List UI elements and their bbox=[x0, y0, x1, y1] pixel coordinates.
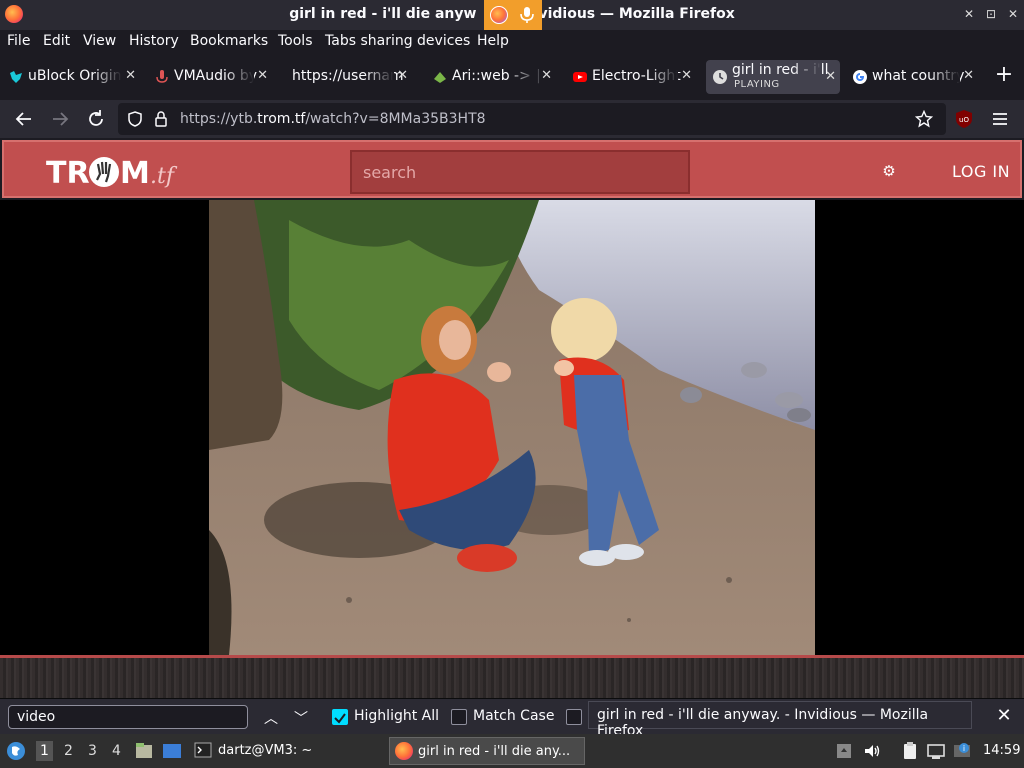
menu-tabs-sharing[interactable]: Tabs sharing devices bbox=[325, 33, 470, 49]
clock-icon bbox=[713, 70, 727, 84]
tab-close-icon[interactable]: ✕ bbox=[825, 69, 836, 84]
google-icon bbox=[853, 70, 867, 84]
tab-close-icon[interactable]: ✕ bbox=[125, 68, 136, 83]
navigation-toolbar: https://ytb.trom.tf/watch?v=8MMa35B3HT8 … bbox=[0, 100, 1024, 138]
workspace-1[interactable]: 1 bbox=[36, 741, 53, 761]
firefox-icon bbox=[395, 742, 413, 760]
shield-icon[interactable] bbox=[126, 110, 144, 128]
site-header-bar: TR M .tf ⚙ LOG IN bbox=[2, 140, 1022, 198]
notification-tray[interactable] bbox=[484, 0, 542, 30]
forward-arrow-icon[interactable] bbox=[49, 108, 71, 130]
ublock-icon bbox=[10, 71, 22, 83]
menu-bar: File Edit View History Bookmarks Tools T… bbox=[0, 30, 1024, 54]
svg-text:uO: uO bbox=[959, 116, 969, 124]
microphone-icon bbox=[156, 70, 168, 83]
workspace-2[interactable]: 2 bbox=[64, 743, 73, 759]
updates-icon[interactable]: i bbox=[952, 741, 972, 761]
new-tab-button[interactable]: + bbox=[994, 64, 1014, 88]
tab-close-icon[interactable]: ✕ bbox=[681, 68, 692, 83]
minimize-icon[interactable]: ✕ bbox=[960, 5, 978, 23]
tab-ari-web[interactable]: Ari::web -> | ✕ bbox=[426, 60, 556, 94]
match-diacritics-checkbox[interactable] bbox=[566, 709, 582, 725]
svg-text:i: i bbox=[963, 744, 965, 753]
svg-text:M: M bbox=[120, 156, 150, 191]
restore-icon[interactable]: ⊡ bbox=[982, 5, 1000, 23]
youtube-icon bbox=[573, 72, 587, 82]
video-player-area bbox=[0, 200, 1024, 655]
video-still bbox=[209, 200, 815, 655]
lock-icon[interactable] bbox=[153, 110, 169, 128]
url-bar[interactable]: https://ytb.trom.tf/watch?v=8MMa35B3HT8 bbox=[118, 103, 946, 135]
tab-vmaudio[interactable]: VMAudio by ✕ bbox=[148, 60, 272, 94]
find-input[interactable] bbox=[8, 705, 248, 729]
menu-tools[interactable]: Tools bbox=[278, 33, 313, 49]
taskbar: 1 2 3 4 dartz@VM3: ~ girl in red - i'll … bbox=[0, 734, 1024, 768]
file-manager-icon[interactable] bbox=[134, 741, 154, 761]
trom-logo[interactable]: TR M .tf bbox=[46, 154, 196, 194]
clock: 14:59 bbox=[983, 743, 1021, 758]
video-frame[interactable] bbox=[209, 200, 815, 655]
search-input[interactable] bbox=[350, 150, 690, 194]
taskbar-terminal[interactable]: dartz@VM3: ~ bbox=[194, 739, 344, 763]
workspace-3[interactable]: 3 bbox=[88, 743, 97, 759]
puzzle-icon bbox=[434, 72, 446, 83]
network-icon[interactable] bbox=[926, 741, 946, 761]
find-close-icon[interactable]: ✕ bbox=[994, 706, 1014, 726]
video-controls-area bbox=[0, 655, 1024, 698]
tab-girl-in-red[interactable]: girl in red - i'll PLAYING ✕ bbox=[706, 60, 840, 94]
tab-close-icon[interactable]: ✕ bbox=[397, 68, 408, 83]
back-arrow-icon[interactable] bbox=[13, 108, 35, 130]
login-button[interactable]: LOG IN bbox=[952, 162, 1010, 181]
tab-ublock[interactable]: uBlock Origin ✕ bbox=[2, 60, 140, 94]
menu-file[interactable]: File bbox=[7, 33, 30, 49]
volume-icon[interactable] bbox=[862, 741, 882, 761]
taskbar-firefox-window[interactable]: girl in red - i'll die any... bbox=[389, 737, 585, 765]
menu-bookmarks[interactable]: Bookmarks bbox=[190, 33, 268, 49]
close-window-icon[interactable]: ✕ bbox=[1004, 5, 1022, 23]
menu-edit[interactable]: Edit bbox=[43, 33, 70, 49]
window-title-tooltip: girl in red - i'll die anyway. - Invidio… bbox=[588, 701, 972, 739]
find-next-icon[interactable]: ﹀ bbox=[292, 708, 310, 727]
clipboard-icon[interactable] bbox=[900, 741, 920, 761]
start-menu-icon[interactable] bbox=[6, 741, 26, 761]
tab-username-url[interactable]: https://usernam ✕ bbox=[266, 60, 412, 94]
tray-scroll-icon[interactable] bbox=[834, 741, 854, 761]
terminal-icon bbox=[194, 742, 212, 758]
find-bar: ︿ ﹀ Highlight All Match Case girl in red… bbox=[0, 698, 1024, 739]
menu-help[interactable]: Help bbox=[477, 33, 509, 49]
svg-text:TR: TR bbox=[46, 156, 90, 191]
url-text[interactable]: https://ytb.trom.tf/watch?v=8MMa35B3HT8 bbox=[180, 111, 486, 127]
checkmark-icon bbox=[334, 713, 346, 724]
firefox-sharing-icon[interactable] bbox=[490, 6, 508, 24]
reload-icon[interactable] bbox=[85, 108, 107, 130]
tab-bar: uBlock Origin ✕ VMAudio by ✕ https://use… bbox=[0, 54, 1024, 100]
ublock-origin-icon[interactable]: uO bbox=[953, 108, 975, 130]
window-titlebar: girl in red - i'll die anyw vidious — Moz… bbox=[0, 0, 1024, 30]
menu-history[interactable]: History bbox=[129, 33, 179, 49]
desktop-icon[interactable] bbox=[162, 741, 182, 761]
workspace-4[interactable]: 4 bbox=[112, 743, 121, 759]
bookmark-star-icon[interactable] bbox=[915, 110, 933, 128]
match-case-checkbox[interactable] bbox=[451, 709, 467, 725]
tab-electro-light[interactable]: Electro-Light ✕ bbox=[566, 60, 696, 94]
match-case-label[interactable]: Match Case bbox=[473, 708, 554, 724]
tab-close-icon[interactable]: ✕ bbox=[541, 68, 552, 83]
hamburger-menu-icon[interactable] bbox=[989, 108, 1011, 130]
tab-what-country[interactable]: what country ✕ bbox=[846, 60, 978, 94]
highlight-all-checkbox[interactable] bbox=[332, 709, 348, 725]
tab-close-icon[interactable]: ✕ bbox=[963, 68, 974, 83]
microphone-icon[interactable] bbox=[518, 5, 536, 25]
gear-icon[interactable]: ⚙ bbox=[880, 162, 898, 180]
highlight-all-label[interactable]: Highlight All bbox=[354, 708, 439, 724]
site-header: TR M .tf ⚙ LOG IN bbox=[0, 138, 1024, 200]
menu-view[interactable]: View bbox=[83, 33, 116, 49]
svg-text:.tf: .tf bbox=[150, 164, 178, 189]
find-previous-icon[interactable]: ︿ bbox=[262, 708, 280, 727]
